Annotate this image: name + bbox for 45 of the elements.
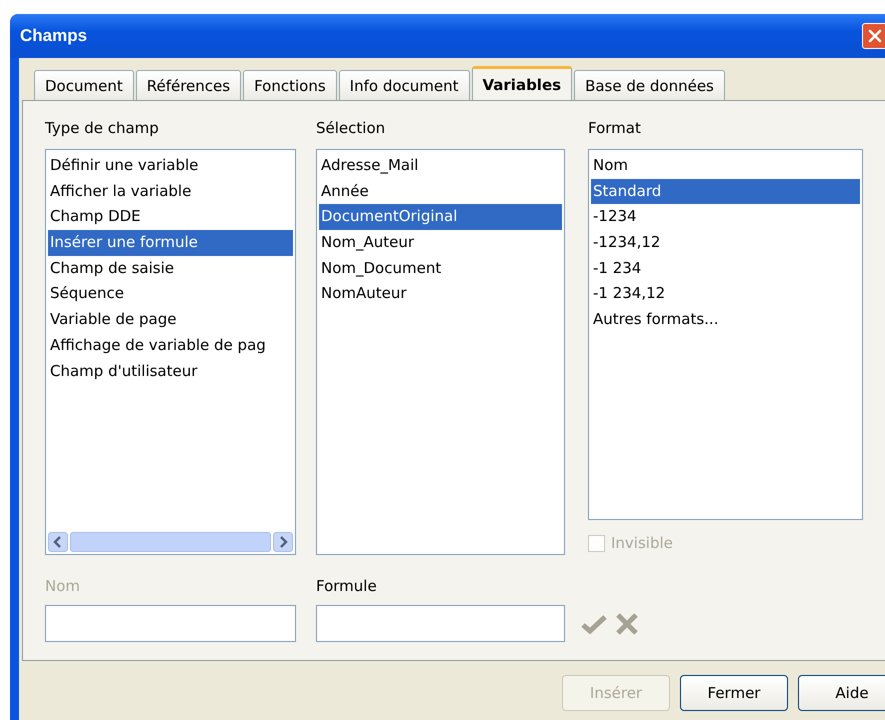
list-item[interactable]: Nom_Auteur [319,230,562,256]
list-item[interactable]: Insérer une formule [48,230,293,256]
list-item[interactable]: Afficher la variable [48,178,293,204]
list-item[interactable]: -1 234,12 [591,281,860,308]
field-label: Nom [45,577,82,597]
tab[interactable]: Fonctions [243,70,337,100]
cross-icon[interactable] [615,612,639,636]
window-title: Champs [19,26,88,46]
list-item[interactable]: DocumentOriginal [319,204,562,230]
input-field[interactable] [316,605,565,642]
list-item[interactable]: -1234 [591,204,860,230]
list-item[interactable]: -1 234 [591,256,860,282]
list-item[interactable]: Autres formats... [591,307,860,333]
list-item[interactable]: Adresse_Mail [319,153,562,179]
list-item[interactable]: Champ de saisie [48,256,293,282]
scroll-thumb[interactable] [70,532,271,552]
tab[interactable]: Références [136,70,242,100]
close-icon [867,28,883,44]
list-item[interactable]: Nom [591,153,860,179]
scroll-right-icon[interactable] [273,532,293,552]
horizontal-scrollbar[interactable] [46,530,295,554]
list-item[interactable]: Nom_Document [319,256,562,282]
list-item[interactable]: Affichage de variable de pag [48,332,293,358]
list-item[interactable]: Champ d'utilisateur [48,358,293,384]
tab[interactable]: Document [34,70,134,100]
list-item[interactable]: Champ DDE [48,204,293,230]
tab[interactable]: Base de données [574,70,725,100]
list-item[interactable]: Année [319,178,562,204]
checkmark-icon[interactable] [581,612,607,634]
tab[interactable]: Variables [472,66,572,100]
list-item[interactable]: Séquence [48,281,293,308]
scroll-left-icon[interactable] [48,532,68,552]
tab[interactable]: Info document [338,70,470,100]
list-item[interactable]: Standard [591,178,860,204]
list-item[interactable]: Définir une variable [48,153,293,179]
dialog-button[interactable]: Aide [798,675,885,711]
close-button[interactable] [862,23,885,49]
list-label: Type de champ [45,119,160,139]
list-item[interactable]: -1234,12 [591,230,860,256]
list-label: Format [588,119,642,139]
list-item[interactable]: Variable de page [48,307,293,333]
list-item[interactable]: NomAuteur [319,281,562,308]
dialog-button[interactable]: Fermer [680,675,788,711]
field-label: Formule [316,577,378,597]
list-label: Sélection [316,119,386,139]
